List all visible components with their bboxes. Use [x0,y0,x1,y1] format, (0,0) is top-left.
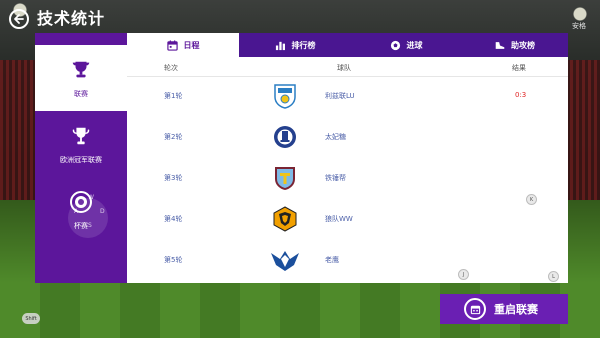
pad-key-w: W [88,194,94,201]
tab-schedule[interactable]: 日程 [127,33,239,57]
sidebar-item-league[interactable]: 联赛 [35,45,127,111]
restart-league-button[interactable]: 重启联赛 [440,294,568,324]
page-title: 技术统计 [37,9,106,28]
soccer-ball-icon [390,39,402,51]
round-cell: 第5轮 [164,256,183,264]
key-hint-k: K [526,194,537,205]
table-row[interactable]: 第5轮 老鹰 [127,241,568,282]
team-cell: 利兹联LU [325,92,355,100]
table-row[interactable]: 第1轮 利兹联LU 0:3 [127,77,568,118]
column-header-team: 球队 [337,64,351,72]
boot-icon [494,39,506,51]
table-row[interactable]: 第2轮 太妃糖 [127,118,568,159]
team-crest-icon [274,84,296,109]
schedule-panel: 日程 排行榜 进球 助攻榜 轮次 球队 结果 第1轮 利兹联LU 0:3 第2轮… [127,33,568,283]
round-cell: 第3轮 [164,174,183,182]
pad-key-a: A [74,208,79,215]
result-cell: 0:3 [515,91,527,99]
restart-label: 重启联赛 [494,303,538,316]
round-cell: 第2轮 [164,133,183,141]
sidebar-item-label: 欧洲冠军联赛 [60,156,102,164]
calendar-refresh-icon [464,298,486,320]
key-hint-j: J [458,269,469,280]
team-crest-icon [274,126,296,148]
stats-tab-bar: 日程 排行榜 进球 助攻榜 [127,33,568,57]
team-crest-icon [275,167,295,190]
back-button[interactable] [9,9,29,29]
wasd-pad[interactable]: W A D S [36,192,108,252]
league-trophy-icon [68,57,94,83]
tab-goals[interactable]: 进球 [351,33,461,57]
team-crest-icon [273,206,297,232]
tab-rankings[interactable]: 排行榜 [239,33,351,57]
round-cell: 第4轮 [164,215,183,223]
team-cell: 铁锤帮 [325,174,346,182]
top-right-label: 安格 [572,22,586,30]
calendar-icon [167,39,179,51]
round-cell: 第1轮 [164,92,183,100]
table-row[interactable]: 第4轮 狼队WW [127,200,568,241]
sidebar-item-champions-league[interactable]: 欧洲冠军联赛 [35,111,127,177]
column-header-round: 轮次 [164,64,178,72]
bar-chart-icon [275,39,287,51]
tab-label: 助攻榜 [511,40,535,50]
shift-key-hint: Shift [22,313,40,324]
key-hint-l: L [548,271,559,282]
tab-label: 排行榜 [291,40,316,50]
team-cell: 老鹰 [325,256,339,264]
back-arrow-icon [14,14,24,24]
pad-key-s: S [88,222,92,229]
champions-cup-icon [68,123,94,149]
sidebar-item-label: 联赛 [74,90,88,98]
tab-label: 进球 [406,40,423,50]
table-row[interactable]: 第3轮 铁锤帮 [127,159,568,200]
team-cell: 狼队WW [325,215,353,223]
team-crest-icon [271,251,299,271]
pad-key-d: D [100,208,105,215]
tab-assists[interactable]: 助攻榜 [461,33,568,57]
column-header-result: 结果 [512,64,526,72]
tab-label: 日程 [183,40,200,50]
team-cell: 太妃糖 [325,133,346,141]
